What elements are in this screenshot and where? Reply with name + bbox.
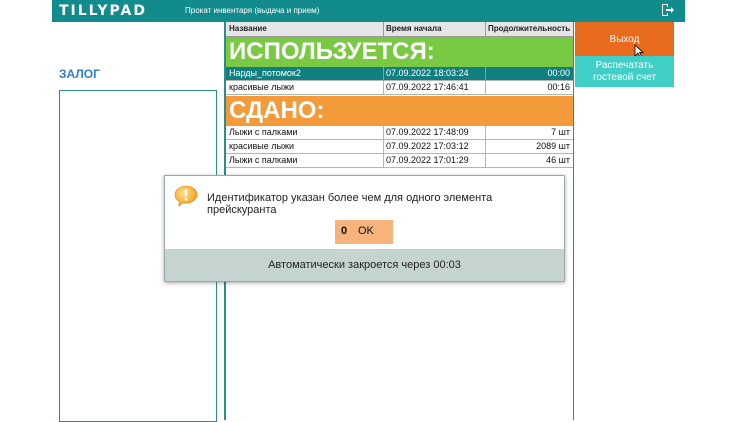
dialog-message: Идентификатор указан более чем для одног… bbox=[207, 192, 493, 216]
warning-bubble-icon bbox=[174, 185, 198, 207]
ok-shortcut-key: 0 bbox=[341, 225, 348, 237]
auto-close-notice: Автоматически закроется через 00:03 bbox=[165, 249, 564, 281]
message-dialog: Идентификатор указан более чем для одног… bbox=[164, 175, 565, 282]
modal-overlay: Идентификатор указан более чем для одног… bbox=[0, 0, 739, 420]
ok-label: OK bbox=[358, 225, 374, 237]
ok-button[interactable]: 0 OK bbox=[335, 220, 393, 244]
